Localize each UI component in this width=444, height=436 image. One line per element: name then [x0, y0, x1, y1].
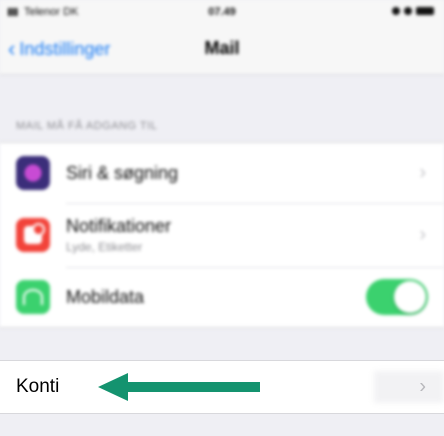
- status-bar: Telenor DK 07.49: [0, 0, 444, 26]
- siri-row[interactable]: Siri & søgning ›: [0, 143, 444, 203]
- arrow-left-icon: [98, 373, 260, 401]
- row-text: Mobildata: [66, 287, 144, 308]
- page-title: Mail: [204, 38, 240, 58]
- row-sublabel: Lyde, Etiketter: [66, 240, 143, 254]
- notifications-row[interactable]: Notifikationer Lyde, Etiketter ›: [0, 203, 444, 267]
- notifications-icon: [16, 218, 50, 252]
- mobile-data-toggle[interactable]: [366, 279, 428, 315]
- toggle-knob: [394, 281, 426, 313]
- navigation-bar: ‹ Indstillinger Mail: [0, 26, 444, 75]
- row-label: Siri & søgning: [66, 162, 179, 183]
- siri-icon: [16, 156, 50, 190]
- cellular-icon: [16, 280, 50, 314]
- alarm-icon: [404, 7, 412, 15]
- status-time: 07.49: [208, 6, 236, 18]
- accounts-label: Konti: [16, 376, 60, 397]
- row-label: Notifikationer: [66, 216, 172, 236]
- chevron-right-icon: ›: [419, 375, 426, 398]
- location-icon: [392, 7, 400, 15]
- battery-icon: [416, 7, 434, 15]
- section-header: MAIL MÅ FÅ ADGANG TIL: [16, 120, 158, 132]
- row-text: Siri & søgning: [66, 163, 178, 184]
- chevron-right-icon: ›: [419, 161, 426, 184]
- settings-list: Siri & søgning › Notifikationer Lyde, Et…: [0, 142, 444, 328]
- chevron-right-icon: ›: [419, 223, 426, 246]
- mobile-data-row: Mobildata: [0, 267, 444, 327]
- status-icons: [392, 7, 434, 15]
- chevron-blur-bg: [374, 371, 444, 403]
- row-label: Mobildata: [66, 286, 145, 307]
- row-text: Notifikationer Lyde, Etiketter: [66, 216, 171, 254]
